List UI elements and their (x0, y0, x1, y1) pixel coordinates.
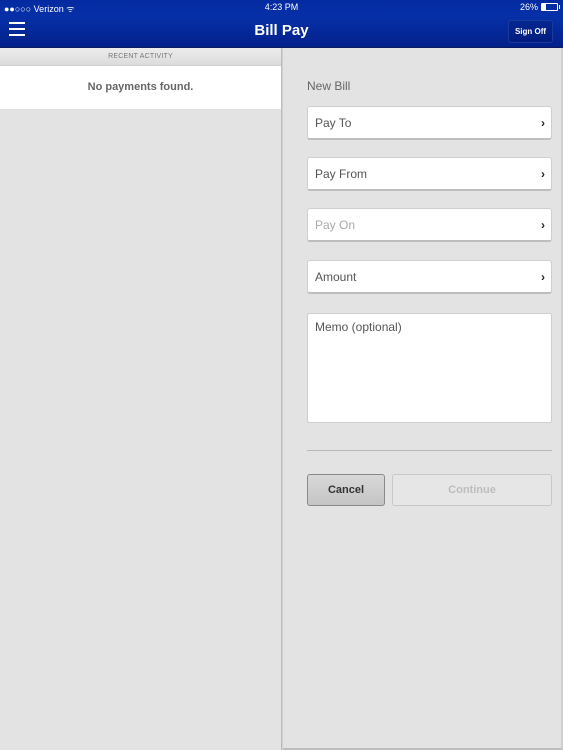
pay-from-label: Pay From (315, 167, 368, 181)
chevron-right-icon: › (541, 270, 545, 284)
memo-placeholder: Memo (optional) (315, 320, 402, 334)
empty-message: No payments found. (0, 66, 281, 109)
battery-icon (541, 3, 560, 11)
recent-activity-header: RECENT ACTIVITY (0, 48, 281, 66)
memo-textarea[interactable]: Memo (optional) (307, 313, 552, 423)
status-bar: ●●○○○ Verizon ᯤ 4:23 PM 26% (0, 0, 563, 15)
recent-activity-panel: RECENT ACTIVITY No payments found. (0, 48, 281, 750)
amount-field[interactable]: Amount › (307, 260, 552, 294)
sign-off-button[interactable]: Sign Off (508, 20, 553, 43)
chevron-right-icon: › (541, 167, 545, 181)
battery-percent: 26% (519, 2, 538, 12)
form-divider (307, 450, 552, 451)
new-bill-heading: New Bill (307, 79, 351, 93)
continue-button[interactable]: Continue (392, 474, 552, 506)
battery-indicator: 26% (519, 2, 560, 12)
new-bill-panel: New Bill Pay To › Pay From › Pay On › Am… (283, 48, 563, 750)
chevron-right-icon: › (541, 218, 545, 232)
battery-fill (542, 4, 546, 10)
amount-label: Amount (315, 270, 357, 284)
status-time: 4:23 PM (264, 2, 299, 12)
cancel-button[interactable]: Cancel (307, 474, 385, 506)
pay-on-field[interactable]: Pay On › (307, 208, 552, 242)
pay-to-label: Pay To (315, 116, 352, 130)
chevron-right-icon: › (541, 116, 545, 130)
pay-on-label: Pay On (315, 218, 356, 232)
pay-from-field[interactable]: Pay From › (307, 157, 552, 191)
navigation-bar: ●●○○○ Verizon ᯤ 4:23 PM 26% Bill Pay Sig… (0, 0, 563, 48)
page-title: Bill Pay (254, 22, 309, 39)
pay-to-field[interactable]: Pay To › (307, 106, 552, 140)
